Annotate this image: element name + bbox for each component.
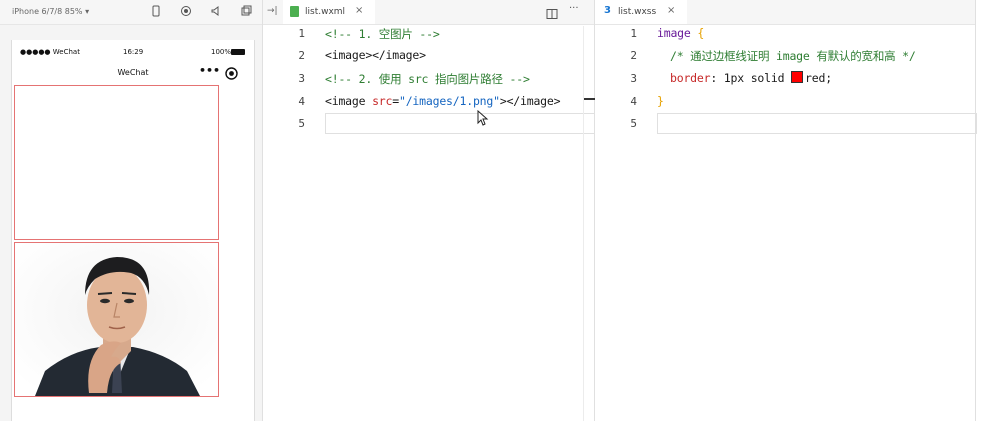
attr-eq: = xyxy=(392,94,399,108)
line-number: 3 xyxy=(298,72,305,85)
simulator-toolbar: iPhone 6/7/8 85% ▾ xyxy=(0,0,262,25)
battery-icon xyxy=(231,49,245,55)
simulator-panel: iPhone 6/7/8 85% ▾ ●●●●● WeChat 16:29 10… xyxy=(0,0,263,421)
status-carrier: ●●●●● WeChat xyxy=(20,48,80,56)
record-icon[interactable] xyxy=(180,5,192,17)
line-number: 5 xyxy=(298,117,305,130)
phone-icon[interactable] xyxy=(150,5,162,17)
tab-list-wxss[interactable]: 3 list.wxss × xyxy=(595,0,687,24)
vertical-ruler xyxy=(583,26,584,421)
tab-label: list.wxss xyxy=(618,7,657,17)
device-selector[interactable]: iPhone 6/7/8 85% ▾ xyxy=(12,7,89,16)
tab-list-wxml[interactable]: list.wxml × xyxy=(283,0,375,24)
css-selector: image xyxy=(657,26,691,40)
portrait-illustration xyxy=(15,243,218,396)
code-line-1[interactable]: <!-- 1. 空图片 --> xyxy=(325,26,440,42)
tag-close: ></image> xyxy=(499,94,561,108)
close-icon[interactable]: × xyxy=(667,5,675,16)
line-number: 1 xyxy=(630,27,637,40)
status-battery: 100% xyxy=(211,48,232,56)
css-property: border xyxy=(670,71,711,85)
css-colon: : xyxy=(710,71,724,85)
status-time: 16:29 xyxy=(123,48,144,56)
tag-open: <image xyxy=(325,94,373,108)
line-number: 5 xyxy=(630,117,637,130)
wxss-editor: 3 list.wxss × 1 2 3 4 5 image { /* 通过边框线… xyxy=(595,0,977,421)
color-swatch[interactable] xyxy=(791,71,804,83)
sound-icon[interactable] xyxy=(210,5,222,17)
window-icon[interactable] xyxy=(240,5,252,17)
close-mini-icon[interactable] xyxy=(225,65,238,80)
line-number: 1 xyxy=(298,27,305,40)
code-line-4[interactable]: <image src="/images/1.png"></image> xyxy=(325,94,561,108)
code-line-3[interactable]: border: 1px solid red; xyxy=(670,71,832,85)
code-line-2[interactable]: /* 通过边框线证明 image 有默认的宽和高 */ xyxy=(670,48,916,64)
wxss-tabbar: 3 list.wxss × xyxy=(595,0,975,25)
code-line-1[interactable]: image { xyxy=(657,26,704,40)
open-brace: { xyxy=(697,26,705,40)
phone-screen: ●●●●● WeChat 16:29 100% WeChat ••• xyxy=(11,40,255,421)
line-number: 2 xyxy=(630,49,637,62)
line-number: 3 xyxy=(630,72,637,85)
collapse-icon[interactable]: →| xyxy=(267,6,278,16)
code-line-2[interactable]: <image></image> xyxy=(325,48,426,62)
attr-value: "/images/1.png" xyxy=(398,94,500,108)
css-file-icon: 3 xyxy=(604,5,611,16)
more-actions-icon[interactable]: ··· xyxy=(569,3,579,14)
wxml-file-icon xyxy=(290,6,299,17)
attr-src: src xyxy=(372,94,393,108)
code-line-3[interactable]: <!-- 2. 使用 src 指向图片路径 --> xyxy=(325,71,530,87)
close-brace[interactable]: } xyxy=(657,94,664,108)
line-number: 2 xyxy=(298,49,305,62)
close-icon[interactable]: × xyxy=(355,5,363,16)
line-number: 4 xyxy=(298,95,305,108)
empty-image xyxy=(14,85,219,240)
more-icon[interactable]: ••• xyxy=(199,64,220,77)
current-line-highlight[interactable] xyxy=(657,113,977,134)
wxml-tabbar: →| list.wxml × ··· xyxy=(263,0,594,25)
line-number: 4 xyxy=(630,95,637,108)
capsule-menu[interactable]: ••• xyxy=(195,64,246,80)
portrait-image xyxy=(14,242,219,397)
split-editor-icon[interactable] xyxy=(546,5,558,19)
scroll-indicator xyxy=(583,98,595,100)
css-value: 1px solid xyxy=(723,71,792,85)
tab-label: list.wxml xyxy=(305,7,346,17)
current-line-highlight[interactable] xyxy=(325,113,595,134)
mouse-pointer-icon xyxy=(477,109,489,126)
css-value-color: red; xyxy=(805,71,832,85)
wxml-editor: →| list.wxml × ··· 1 2 3 4 5 <!-- 1. 空图片… xyxy=(263,0,595,421)
